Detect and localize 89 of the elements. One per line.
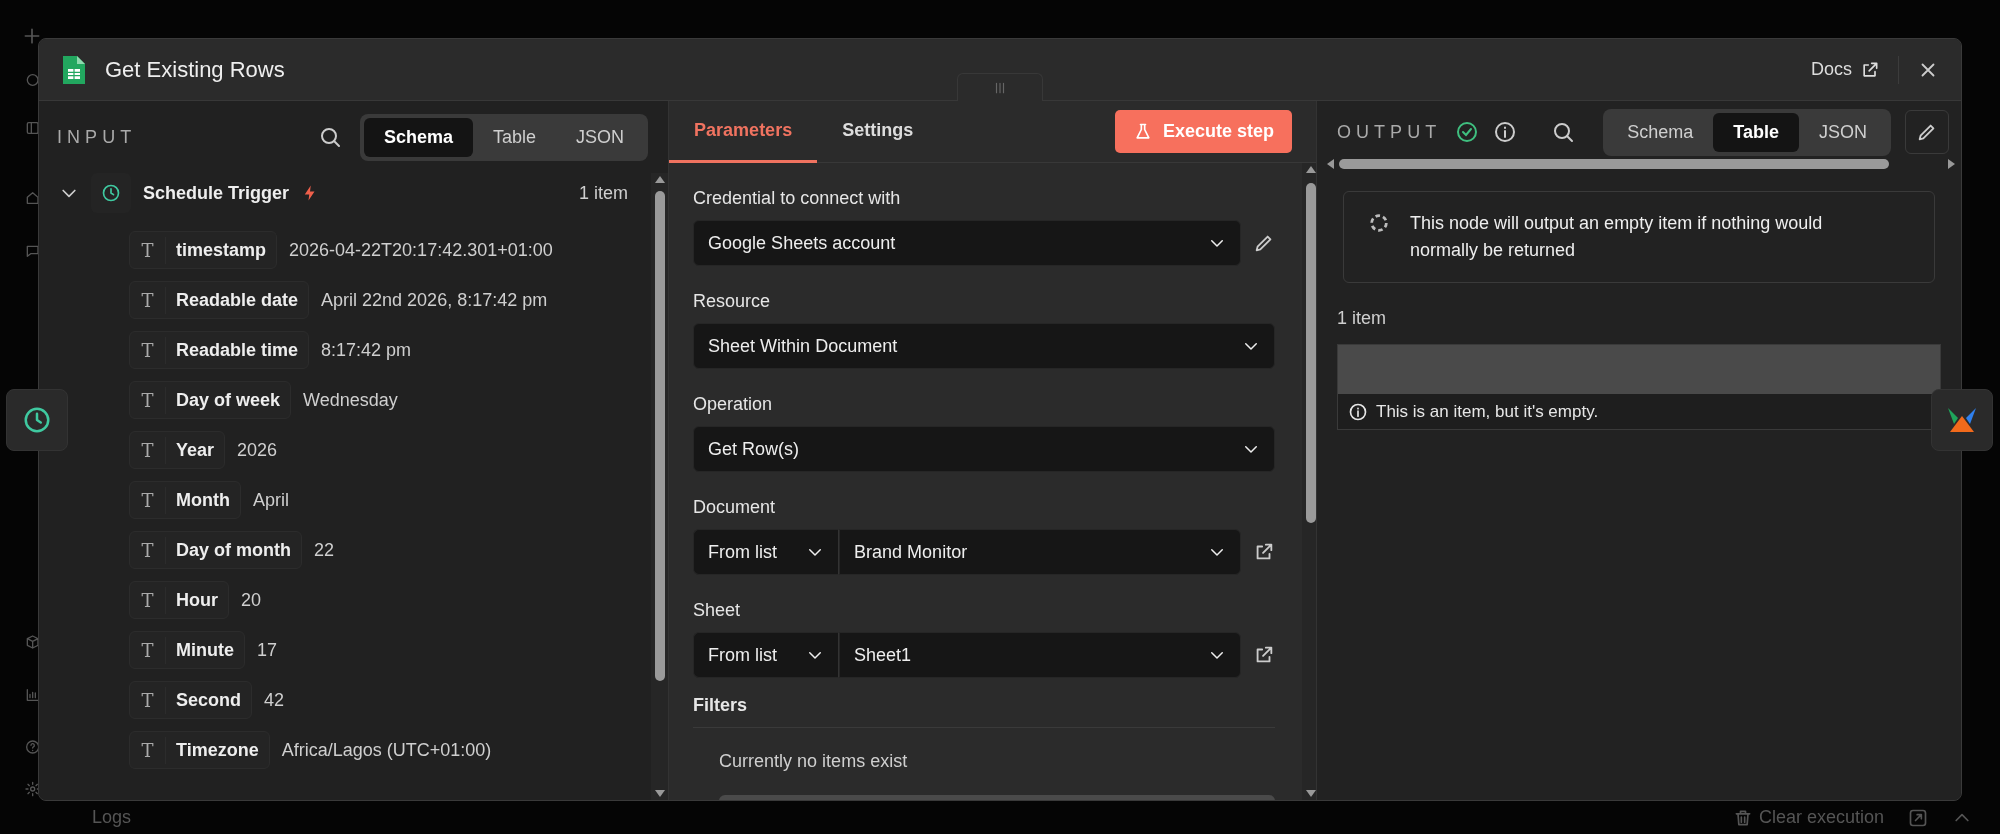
empty-state-text: Currently no items exist: [719, 750, 909, 773]
item-count: 1 item: [1337, 307, 1387, 330]
search-button[interactable]: [1551, 120, 1576, 144]
mode-select[interactable]: From list: [693, 632, 840, 678]
select-field[interactable]: Get Row(s): [693, 426, 1276, 472]
select-field[interactable]: Sheet1: [839, 632, 1242, 678]
field-key: Timezone: [166, 736, 269, 764]
info-button[interactable]: [1493, 120, 1518, 144]
item-count: 1 item: [579, 181, 629, 205]
field-chip[interactable]: T Minute: [129, 631, 245, 669]
field-value: April: [253, 488, 289, 512]
search-button[interactable]: [318, 125, 342, 149]
scrollbar[interactable]: [1302, 163, 1316, 800]
field-key: Readable date: [166, 286, 309, 314]
field-label: Credential to connect with: [693, 187, 902, 210]
field-chip[interactable]: T Readable time: [129, 331, 310, 369]
field-value: April 22nd 2026, 8:17:42 pm: [321, 288, 548, 312]
success-check-icon: [1455, 120, 1480, 144]
field-value: Africa/Lagos (UTC+01:00): [281, 738, 492, 762]
field-key: Hour: [166, 586, 228, 614]
scroll-left-arrow-icon[interactable]: [1325, 158, 1335, 170]
view-tab[interactable]: Schema: [364, 117, 474, 157]
view-tab[interactable]: JSON: [556, 117, 645, 157]
field-value: 8:17:42 pm: [321, 338, 412, 362]
field-chip[interactable]: T Day of week: [129, 381, 292, 419]
field-key: Year: [166, 436, 225, 464]
clock-icon: [22, 405, 52, 435]
modal-title: Get Existing Rows: [105, 56, 285, 84]
field-chip[interactable]: T Readable date: [129, 281, 310, 319]
field-chip[interactable]: T Second: [129, 681, 252, 719]
node-name: Schedule Trigger: [143, 181, 290, 205]
pop-out-icon: [1908, 807, 1928, 828]
scrollbar[interactable]: [651, 173, 668, 800]
field-key: Day of week: [166, 386, 291, 414]
field-key: Month: [166, 486, 240, 514]
field-label: Operation: [693, 393, 774, 416]
field-chip[interactable]: T Month: [129, 481, 241, 519]
view-tab[interactable]: Table: [473, 117, 557, 157]
settings-tab[interactable]: Settings: [817, 100, 939, 163]
external-link-icon: [1860, 59, 1880, 80]
select-field[interactable]: Google Sheets account: [693, 220, 1242, 266]
empty-item-text: This is an item, but it's empty.: [1376, 400, 1599, 423]
field-chip[interactable]: T Year: [129, 431, 226, 469]
assistant-button[interactable]: [1931, 389, 1993, 451]
settings-tab[interactable]: Parameters: [669, 100, 818, 163]
field-chip[interactable]: T Hour: [129, 581, 229, 619]
search-icon: [318, 125, 342, 149]
search-icon: [1551, 120, 1576, 144]
docs-link[interactable]: Docs: [1811, 56, 1880, 83]
view-tab[interactable]: Table: [1713, 112, 1799, 152]
field-label: Resource: [693, 290, 772, 313]
field-key: Day of month: [166, 536, 301, 564]
panel-heading: INPUT: [57, 125, 137, 149]
select-field[interactable]: Sheet Within Document: [693, 323, 1276, 369]
trigger-node-button[interactable]: [6, 389, 68, 451]
field-value: 2026-04-22T20:17:42.301+01:00: [289, 238, 553, 262]
clock-icon: [101, 183, 121, 203]
logs-label: Logs: [92, 806, 132, 829]
field-label: Document: [693, 496, 777, 519]
field-value: Wednesday: [303, 388, 398, 412]
panel-heading: OUTPUT: [1337, 120, 1442, 144]
field-value: 22: [314, 538, 335, 562]
select-field[interactable]: Brand Monitor: [839, 529, 1242, 575]
edit-button[interactable]: [1905, 110, 1949, 154]
view-tab[interactable]: Schema: [1607, 112, 1714, 152]
scroll-right-arrow-icon[interactable]: [1947, 158, 1957, 170]
field-chip[interactable]: T Timezone: [129, 731, 270, 769]
field-value: 20: [241, 588, 262, 612]
info-icon: [1493, 120, 1518, 144]
field-key: Minute: [166, 636, 244, 664]
field-label: Sheet: [693, 599, 742, 622]
field-key: Second: [166, 686, 251, 714]
mode-select[interactable]: From list: [693, 529, 840, 575]
field-key: Readable time: [166, 336, 309, 364]
loading-icon: [1368, 212, 1390, 234]
notice-text: This node will output an empty item if nothing would normally be returned: [1410, 212, 1824, 262]
drag-handle[interactable]: [957, 73, 1043, 101]
field-value: 17: [257, 638, 278, 662]
section-heading: Filters: [693, 692, 1276, 728]
info-icon: [1348, 401, 1368, 422]
pop-out-button[interactable]: [1908, 807, 1928, 828]
field-value: 42: [264, 688, 285, 712]
field-value: 2026: [237, 438, 278, 462]
field-key: timestamp: [166, 236, 277, 264]
field-chip[interactable]: T Day of month: [129, 531, 302, 569]
grip-icon: [993, 80, 1007, 95]
spreadsheet-icon: [61, 53, 87, 86]
view-tab[interactable]: JSON: [1799, 112, 1887, 152]
field-chip[interactable]: T timestamp: [129, 231, 278, 269]
